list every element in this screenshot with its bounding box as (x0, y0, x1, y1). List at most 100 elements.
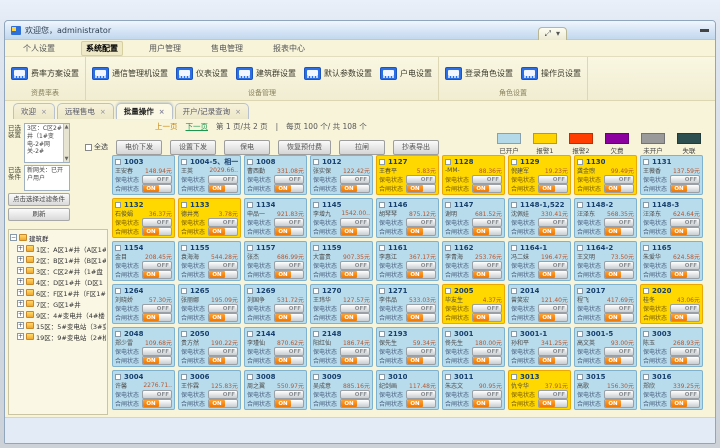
switch-status-toggle[interactable]: ON (406, 313, 436, 322)
ribbon-button-建筑群设置[interactable]: 建筑群设置 (236, 67, 296, 80)
switch-status-toggle[interactable]: ON (472, 184, 502, 193)
ribbon-button-户电设置[interactable]: 户电设置 (380, 67, 432, 80)
switch-status-toggle[interactable]: ON (274, 270, 304, 279)
ribbon-button-登录角色设置[interactable]: 登录角色设置 (445, 67, 513, 80)
switch-status-toggle[interactable]: ON (472, 227, 502, 236)
room-checkbox[interactable] (181, 288, 187, 294)
switch-status-toggle[interactable]: ON (670, 227, 700, 236)
collapse-icon[interactable]: − (10, 234, 17, 241)
room-checkbox[interactable] (181, 159, 187, 165)
supply-status-toggle[interactable] (604, 261, 634, 270)
switch-status-toggle[interactable]: ON (670, 399, 700, 408)
switch-status-toggle[interactable]: ON (142, 313, 172, 322)
room-checkbox[interactable] (115, 331, 121, 337)
supply-status-toggle[interactable] (208, 390, 238, 399)
switch-status-toggle[interactable]: ON (340, 270, 370, 279)
expand-icon[interactable]: + (17, 289, 24, 296)
supply-status-toggle[interactable] (274, 347, 304, 356)
close-icon[interactable]: × (235, 108, 241, 116)
supply-status-toggle[interactable] (472, 304, 502, 313)
room-checkbox[interactable] (115, 245, 121, 251)
switch-status-toggle[interactable]: ON (340, 227, 370, 236)
room-checkbox[interactable] (181, 202, 187, 208)
supply-status-toggle[interactable] (274, 218, 304, 227)
room-checkbox[interactable] (445, 288, 451, 294)
supply-status-toggle[interactable] (406, 304, 436, 313)
next-page-link[interactable]: 下一页 (186, 121, 209, 132)
supply-status-toggle[interactable] (406, 347, 436, 356)
room-checkbox[interactable] (379, 202, 385, 208)
select-all[interactable]: 全选 (85, 142, 108, 152)
room-checkbox[interactable] (511, 202, 517, 208)
switch-status-toggle[interactable]: ON (670, 184, 700, 193)
supply-status-toggle[interactable] (142, 261, 172, 270)
toolbar-button-保电[interactable]: 保电 (224, 140, 270, 155)
supply-status-toggle[interactable] (142, 347, 172, 356)
room-checkbox[interactable] (577, 159, 583, 165)
menu-tab-个人设置[interactable]: 个人设置 (19, 42, 59, 55)
room-checkbox[interactable] (247, 374, 253, 380)
room-checkbox[interactable] (379, 159, 385, 165)
toolbar-button-抄表导出[interactable]: 抄表导出 (393, 140, 439, 155)
room-checkbox[interactable] (445, 331, 451, 337)
room-checkbox[interactable] (115, 288, 121, 294)
room-checkbox[interactable] (181, 245, 187, 251)
expand-icon[interactable]: + (17, 256, 24, 263)
ribbon-button-费率方案设置[interactable]: 费率方案设置 (11, 67, 79, 80)
switch-status-toggle[interactable]: ON (406, 399, 436, 408)
chevron-down-icon[interactable]: ▾ (556, 30, 560, 38)
supply-status-toggle[interactable] (340, 218, 370, 227)
close-icon[interactable]: × (41, 108, 47, 116)
menu-tab-报表中心[interactable]: 报表中心 (269, 42, 309, 55)
supply-status-toggle[interactable] (274, 390, 304, 399)
room-checkbox[interactable] (313, 159, 319, 165)
select-all-checkbox[interactable] (85, 144, 92, 151)
supply-status-toggle[interactable] (472, 175, 502, 184)
doc-tab-开户/记录查询[interactable]: 开户/记录查询× (175, 103, 249, 119)
supply-status-toggle[interactable] (406, 218, 436, 227)
switch-status-toggle[interactable]: ON (340, 184, 370, 193)
doc-tab-欢迎[interactable]: 欢迎× (13, 103, 55, 119)
switch-status-toggle[interactable]: ON (274, 356, 304, 365)
selected-device-box[interactable]: 3区：C区2#井（1#变电-2#网关-2# ▲▼ (24, 123, 70, 163)
supply-status-toggle[interactable] (406, 390, 436, 399)
switch-status-toggle[interactable]: ON (406, 227, 436, 236)
room-checkbox[interactable] (511, 245, 517, 251)
room-checkbox[interactable] (313, 288, 319, 294)
scroll-up-icon[interactable]: ▲ (65, 124, 69, 131)
room-checkbox[interactable] (115, 159, 121, 165)
supply-status-toggle[interactable] (538, 175, 568, 184)
switch-status-toggle[interactable]: ON (472, 399, 502, 408)
switch-status-toggle[interactable]: ON (142, 356, 172, 365)
menu-tab-用户管理[interactable]: 用户管理 (145, 42, 185, 55)
supply-status-toggle[interactable] (604, 347, 634, 356)
room-checkbox[interactable] (115, 202, 121, 208)
room-checkbox[interactable] (445, 202, 451, 208)
switch-status-toggle[interactable]: ON (538, 356, 568, 365)
tree-item[interactable]: +7区：G区1#井 (10, 298, 106, 309)
room-checkbox[interactable] (313, 331, 319, 337)
room-checkbox[interactable] (445, 245, 451, 251)
choose-filter-button[interactable]: 点击选择过滤条件 (8, 193, 70, 206)
supply-status-toggle[interactable] (604, 304, 634, 313)
switch-status-toggle[interactable]: ON (538, 184, 568, 193)
room-checkbox[interactable] (511, 159, 517, 165)
switch-status-toggle[interactable]: ON (604, 313, 634, 322)
ribbon-button-操作员设置[interactable]: 操作员设置 (521, 67, 581, 80)
prev-page-link[interactable]: 上一页 (155, 121, 178, 132)
supply-status-toggle[interactable] (340, 390, 370, 399)
restore-icon[interactable]: ⤢ (545, 30, 551, 38)
room-checkbox[interactable] (313, 202, 319, 208)
room-checkbox[interactable] (577, 374, 583, 380)
tree-item[interactable]: +1区：A区1#井（A区1# (10, 243, 106, 254)
room-checkbox[interactable] (313, 245, 319, 251)
switch-status-toggle[interactable]: ON (208, 313, 238, 322)
tree-item[interactable]: +2区：B区1#井（B区1# (10, 254, 106, 265)
switch-status-toggle[interactable]: ON (604, 270, 634, 279)
switch-status-toggle[interactable]: ON (142, 270, 172, 279)
supply-status-toggle[interactable] (670, 390, 700, 399)
supply-status-toggle[interactable] (538, 304, 568, 313)
supply-status-toggle[interactable] (406, 175, 436, 184)
supply-status-toggle[interactable] (340, 175, 370, 184)
switch-status-toggle[interactable]: ON (406, 270, 436, 279)
